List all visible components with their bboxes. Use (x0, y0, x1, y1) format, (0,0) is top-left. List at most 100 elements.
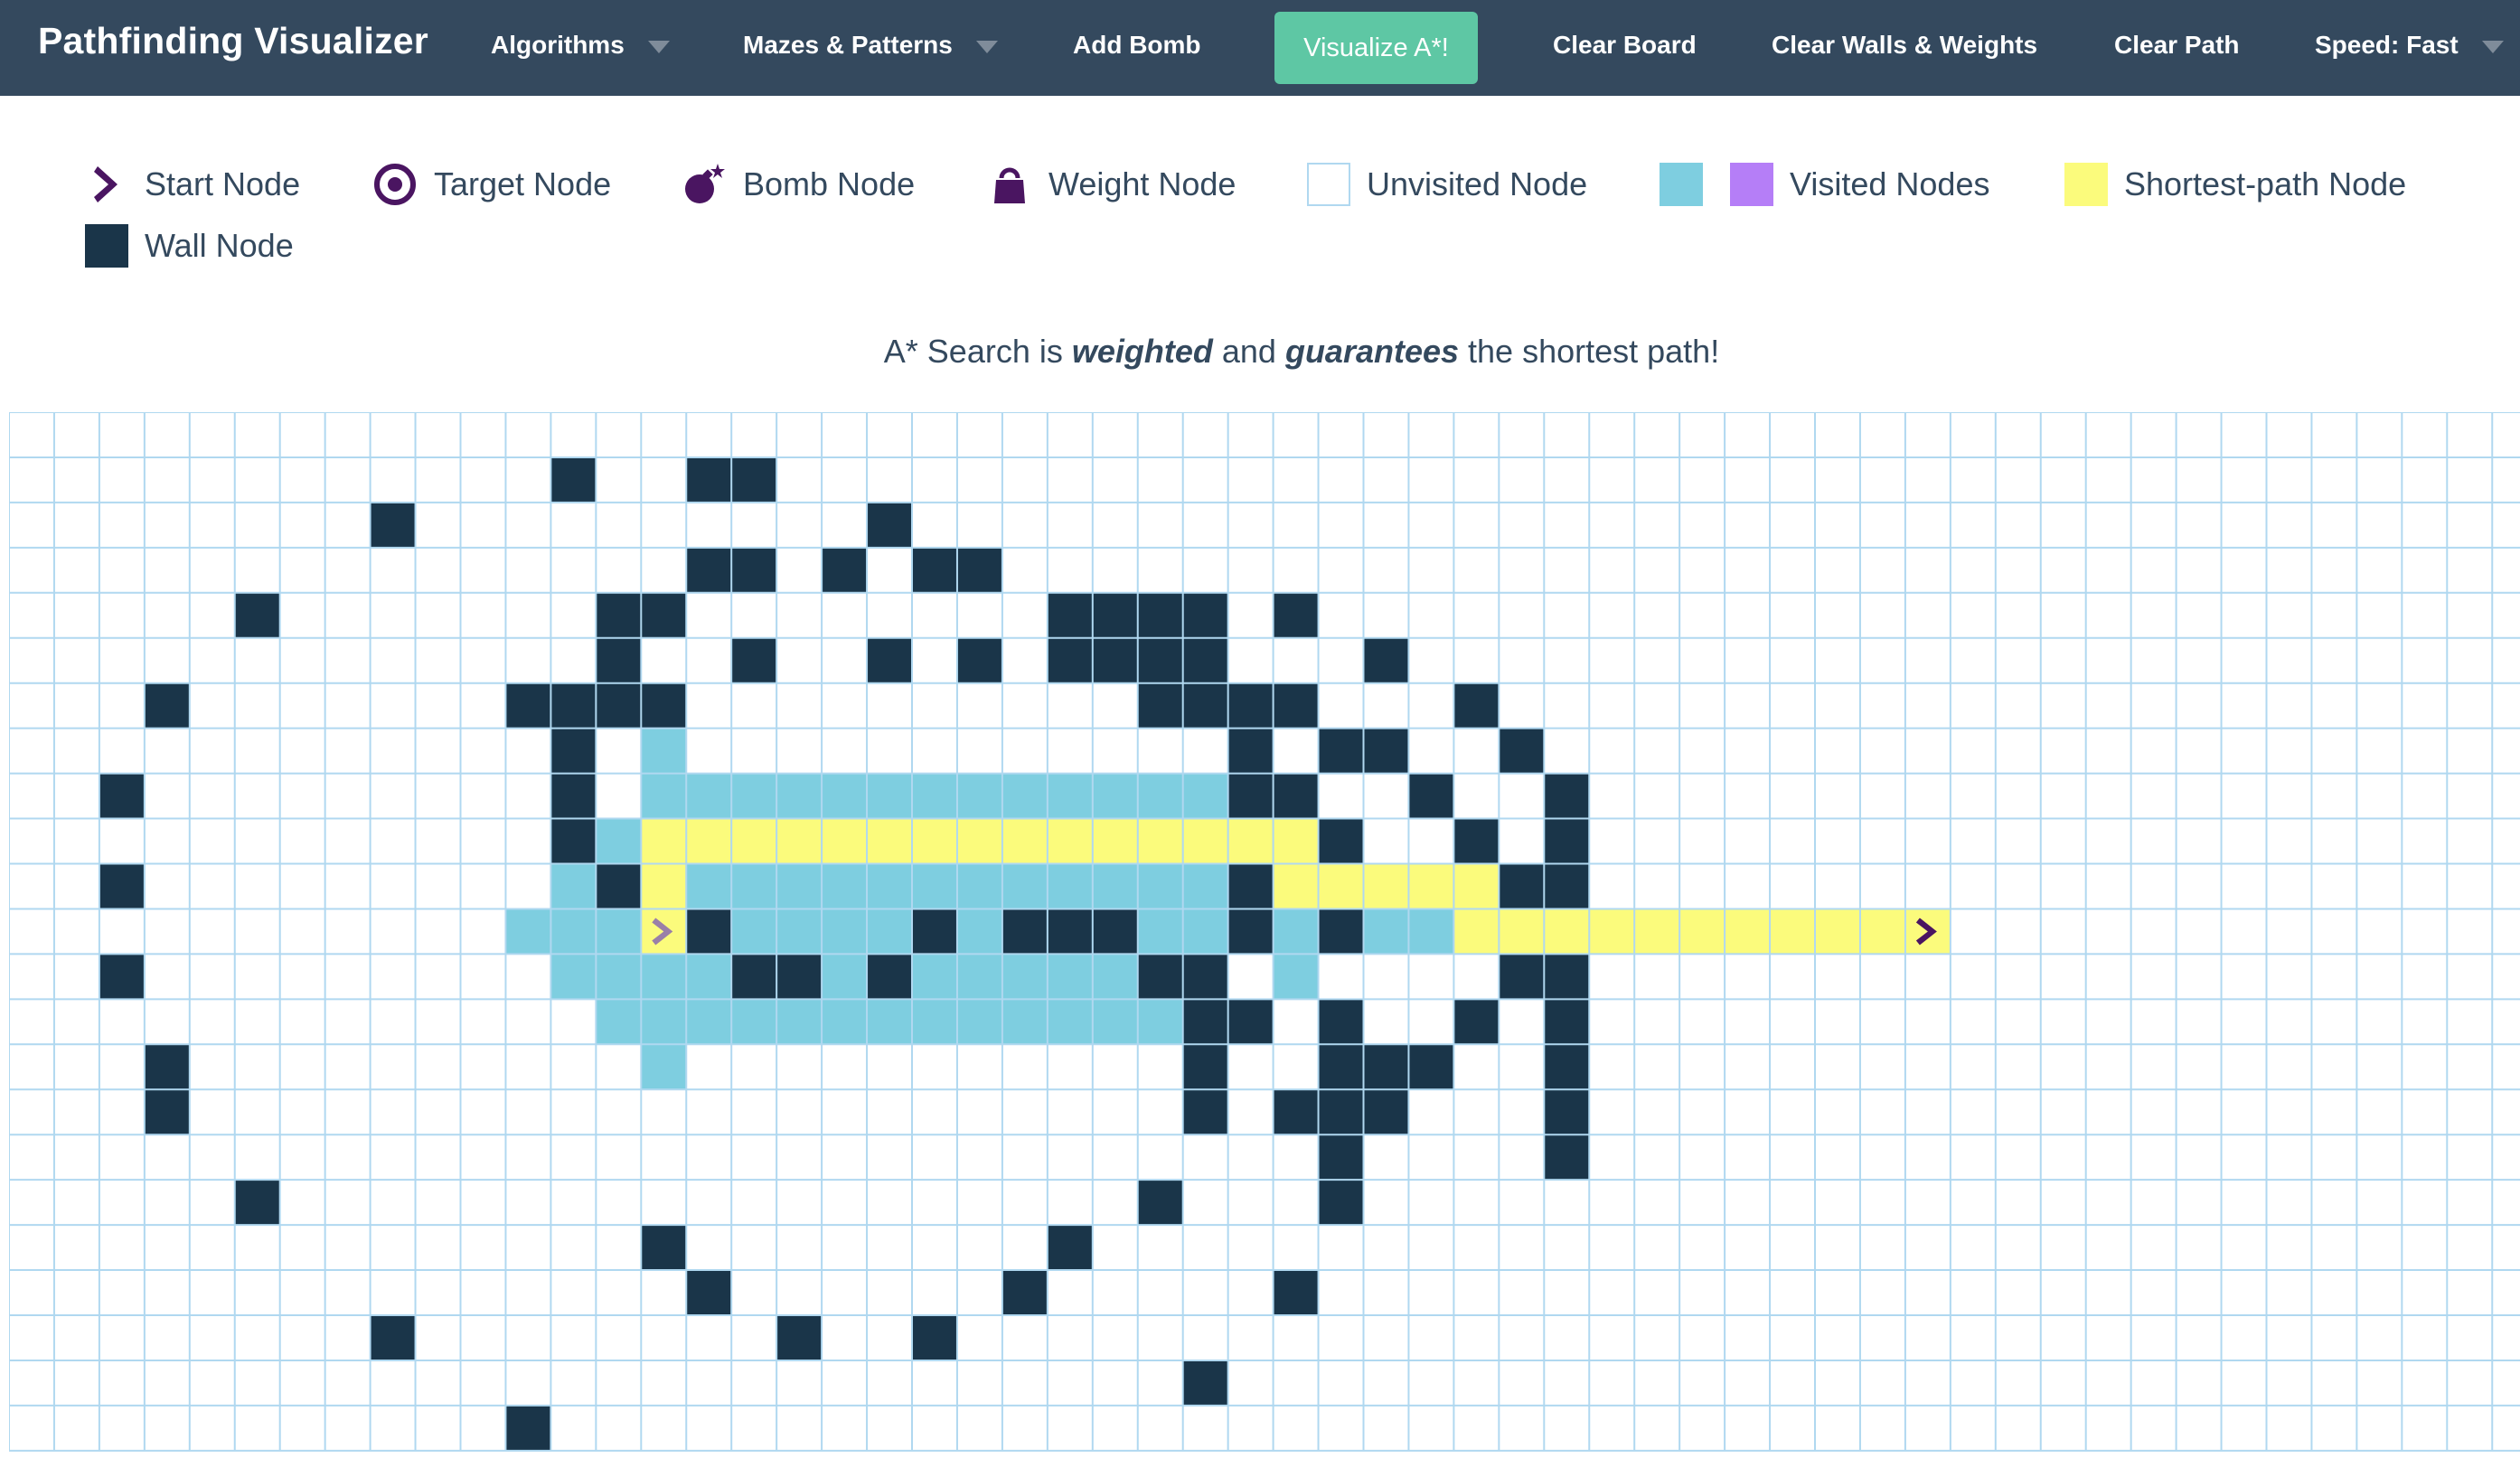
wall-node[interactable] (505, 1405, 551, 1451)
wall-node[interactable] (1453, 818, 1500, 864)
wall-node[interactable] (1182, 682, 1228, 729)
shortest-path-node[interactable] (1679, 908, 1725, 955)
wall-node[interactable] (1273, 1270, 1319, 1315)
wall-node[interactable] (1047, 908, 1093, 955)
wall-node[interactable] (1318, 999, 1364, 1045)
visited-node[interactable] (776, 863, 823, 909)
wall-node[interactable] (1318, 728, 1364, 774)
wall-node[interactable] (1273, 592, 1319, 638)
clear-path-button[interactable]: Clear Path (2114, 31, 2240, 60)
visited-node[interactable] (641, 954, 687, 1000)
visited-node[interactable] (867, 863, 912, 909)
shortest-path-node[interactable] (822, 818, 868, 864)
wall-node[interactable] (1363, 728, 1409, 774)
wall-node[interactable] (1408, 773, 1454, 819)
visited-node[interactable] (1182, 773, 1228, 819)
shortest-path-node[interactable] (1453, 863, 1500, 909)
wall-node[interactable] (731, 547, 777, 593)
visited-node[interactable] (550, 954, 597, 1000)
visited-node[interactable] (1001, 773, 1048, 819)
visited-node[interactable] (686, 999, 732, 1045)
wall-node[interactable] (912, 1315, 957, 1360)
wall-node[interactable] (1363, 637, 1409, 683)
shortest-path-node[interactable] (1137, 818, 1183, 864)
wall-node[interactable] (370, 1315, 416, 1360)
wall-node[interactable] (1182, 954, 1228, 1000)
wall-node[interactable] (99, 863, 145, 909)
wall-node[interactable] (1182, 1044, 1228, 1090)
wall-node[interactable] (596, 682, 642, 729)
wall-node[interactable] (1544, 818, 1590, 864)
wall-node[interactable] (1318, 1044, 1364, 1090)
wall-node[interactable] (1544, 999, 1590, 1045)
wall-node[interactable] (731, 456, 777, 503)
shortest-path-node[interactable] (1770, 908, 1815, 955)
shortest-path-node[interactable] (1227, 818, 1274, 864)
wall-node[interactable] (731, 637, 777, 683)
wall-node[interactable] (596, 592, 642, 638)
visualize-button[interactable]: Visualize A*! (1274, 12, 1478, 84)
visited-node[interactable] (641, 999, 687, 1045)
wall-node[interactable] (686, 908, 732, 955)
shortest-path-node[interactable] (1047, 818, 1093, 864)
wall-node[interactable] (1182, 1360, 1228, 1406)
wall-node[interactable] (234, 1180, 280, 1226)
wall-node[interactable] (1137, 682, 1183, 729)
visited-node[interactable] (776, 773, 823, 819)
shortest-path-node[interactable] (1815, 908, 1860, 955)
shortest-path-node[interactable] (1092, 818, 1138, 864)
wall-node[interactable] (1227, 908, 1274, 955)
visited-node[interactable] (1001, 954, 1048, 1000)
visited-node[interactable] (1408, 908, 1454, 955)
wall-node[interactable] (596, 637, 642, 683)
visited-node[interactable] (822, 999, 868, 1045)
visited-node[interactable] (596, 908, 642, 955)
wall-node[interactable] (1182, 637, 1228, 683)
wall-node[interactable] (867, 502, 912, 548)
shortest-path-node[interactable] (686, 818, 732, 864)
wall-node[interactable] (686, 1270, 732, 1315)
mazes-dropdown[interactable]: Mazes & Patterns (743, 31, 998, 60)
shortest-path-node[interactable] (1318, 863, 1364, 909)
wall-node[interactable] (1544, 1134, 1590, 1181)
wall-node[interactable] (1137, 592, 1183, 638)
visited-node[interactable] (1182, 863, 1228, 909)
shortest-path-node[interactable] (1453, 908, 1500, 955)
clear-board-button[interactable]: Clear Board (1553, 31, 1697, 60)
wall-node[interactable] (1363, 1089, 1409, 1135)
visited-node[interactable] (550, 863, 597, 909)
visited-node[interactable] (641, 1044, 687, 1090)
wall-node[interactable] (1544, 1044, 1590, 1090)
wall-node[interactable] (641, 592, 687, 638)
visited-node[interactable] (596, 999, 642, 1045)
shortest-path-node[interactable] (867, 818, 912, 864)
visited-node[interactable] (1137, 908, 1183, 955)
wall-node[interactable] (1318, 908, 1364, 955)
visited-node[interactable] (956, 773, 1002, 819)
wall-node[interactable] (1092, 637, 1138, 683)
wall-node[interactable] (641, 682, 687, 729)
wall-node[interactable] (1453, 999, 1500, 1045)
visited-node[interactable] (1001, 999, 1048, 1045)
wall-node[interactable] (1182, 592, 1228, 638)
visited-node[interactable] (822, 908, 868, 955)
visited-node[interactable] (641, 728, 687, 774)
shortest-path-node[interactable] (1273, 863, 1319, 909)
wall-node[interactable] (144, 682, 190, 729)
wall-node[interactable] (1001, 908, 1048, 955)
wall-node[interactable] (867, 637, 912, 683)
wall-node[interactable] (550, 456, 597, 503)
visited-node[interactable] (956, 908, 1002, 955)
wall-node[interactable] (1273, 682, 1319, 729)
wall-node[interactable] (550, 773, 597, 819)
wall-node[interactable] (1182, 1089, 1228, 1135)
wall-node[interactable] (956, 547, 1002, 593)
visited-node[interactable] (776, 999, 823, 1045)
wall-node[interactable] (1227, 773, 1274, 819)
shortest-path-node[interactable] (1544, 908, 1590, 955)
wall-node[interactable] (867, 954, 912, 1000)
add-bomb-button[interactable]: Add Bomb (1073, 31, 1201, 60)
visited-node[interactable] (912, 773, 957, 819)
visited-node[interactable] (1092, 773, 1138, 819)
visited-node[interactable] (1047, 773, 1093, 819)
